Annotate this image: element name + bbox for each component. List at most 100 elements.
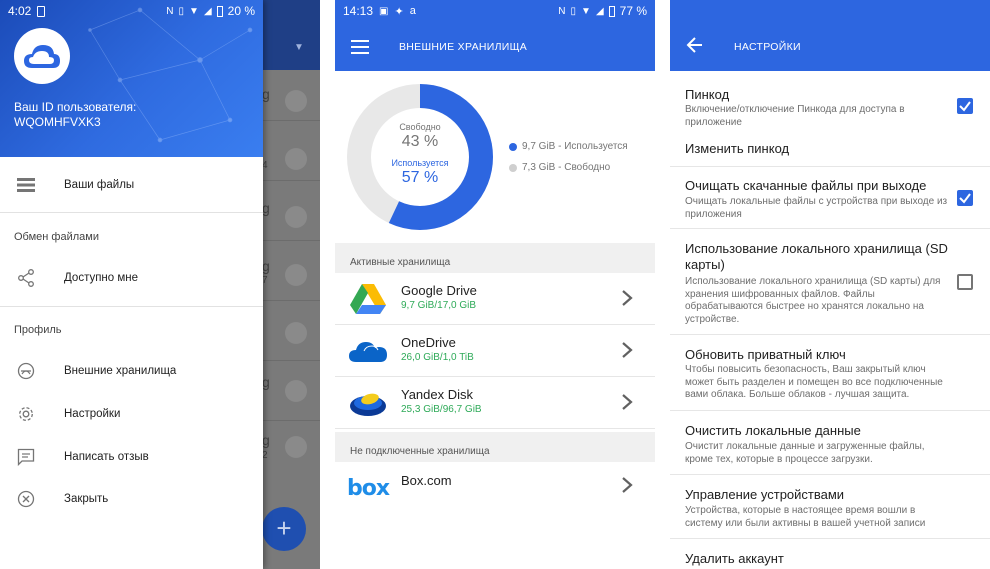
storage-size: 26,0 GiB/1,0 TiB xyxy=(401,352,474,363)
menu-item-label: Ваши файлы xyxy=(64,179,135,191)
app-bar: НАСТРОЙКИ xyxy=(670,0,990,71)
user-id-value: WQOMHFVXK3 xyxy=(14,115,101,129)
background-avatar xyxy=(285,90,307,112)
storage-row-yandex-disk[interactable]: Yandex Disk 25,3 GiB/96,7 GiB xyxy=(335,377,655,429)
external-storage-icon xyxy=(16,361,36,381)
drawer-screen: ▼ g 4 g g 7 g g 2 + 4:02 N ▯ ▼ ◢ 20 % Ва… xyxy=(0,0,320,569)
battery-icon xyxy=(608,5,615,17)
pref-title: Изменить пинкод xyxy=(685,141,790,156)
pref-description: Использование локального хранилища (SD к… xyxy=(685,276,941,325)
menu-item-label: Внешние хранилища xyxy=(64,365,177,377)
section-title-profile: Профиль xyxy=(14,324,62,336)
gear-icon xyxy=(16,404,36,424)
sparkle-icon: ✦ xyxy=(394,5,404,18)
signal-icon: ◢ xyxy=(595,5,604,17)
page-title: НАСТРОЙКИ xyxy=(734,41,801,53)
google-drive-logo xyxy=(347,283,389,315)
close-circle-icon xyxy=(16,489,36,509)
background-divider xyxy=(263,120,320,121)
dropdown-icon: ▼ xyxy=(294,42,304,53)
menu-icon[interactable] xyxy=(351,40,369,54)
background-text: g xyxy=(262,432,270,448)
chevron-right-icon xyxy=(622,394,633,410)
chevron-right-icon xyxy=(622,342,633,358)
legend-used-text: 9,7 GiB - Используется xyxy=(522,141,628,152)
pref-local-storage[interactable]: Использование локального хранилища (SD к… xyxy=(670,229,990,335)
menu-item-close[interactable]: Закрыть xyxy=(0,478,263,520)
legend-used: 9,7 GiB - Используется xyxy=(509,141,628,152)
menu-item-label: Закрыть xyxy=(64,493,109,505)
free-label: Свободно xyxy=(399,122,441,132)
nfc-icon: N xyxy=(558,5,566,17)
pref-title: Пинкод xyxy=(685,87,730,102)
battery-level: 20 % xyxy=(227,4,255,18)
pref-title: Обновить приватный ключ xyxy=(685,347,846,362)
pref-description: Включение/отключение Пинкода для доступа… xyxy=(685,104,905,128)
menu-item-settings[interactable]: Настройки xyxy=(0,393,263,435)
user-id-label: Ваш ID пользователя: xyxy=(14,100,137,114)
app-bar: 14:13 ▣ ✦ a N ▯ ▼ ◢ 77 % ВНЕШНИЕ ХРАНИЛИ… xyxy=(335,0,655,71)
page-title: ВНЕШНИЕ ХРАНИЛИЩА xyxy=(399,41,528,53)
chevron-right-icon xyxy=(622,290,633,306)
amazon-icon: a xyxy=(409,5,416,17)
share-icon xyxy=(16,268,36,288)
storage-donut: Свободно 43 % Используется 57 % xyxy=(347,84,493,230)
storage-row-onedrive[interactable]: OneDrive 26,0 GiB/1,0 TiB xyxy=(335,325,655,377)
pref-title: Очистить локальные данные xyxy=(685,423,861,438)
section-inactive: Не подключенные хранилища xyxy=(335,432,655,462)
pref-title: Удалить аккаунт xyxy=(685,551,784,566)
pref-clear-local-data[interactable]: Очистить локальные данные Очистит локаль… xyxy=(670,411,990,475)
navigation-drawer: 4:02 N ▯ ▼ ◢ 20 % Ваш ID пользователя: W… xyxy=(0,0,263,569)
status-time: 14:13 xyxy=(343,4,374,18)
status-time: 4:02 xyxy=(8,4,32,18)
storage-size: 25,3 GiB/96,7 GiB xyxy=(401,404,482,415)
pref-description: Устройства, которые в настоящее время во… xyxy=(685,505,926,529)
background-avatar xyxy=(285,264,307,286)
image-icon: ▣ xyxy=(379,5,389,17)
nfc-icon: N xyxy=(166,5,174,17)
menu-item-label: Написать отзыв xyxy=(64,451,149,463)
storage-row-box[interactable]: box Box.com xyxy=(335,462,655,514)
pref-description: Очистит локальные данные и загруженные ф… xyxy=(685,441,925,465)
menu-item-shared[interactable]: Доступно мне xyxy=(0,257,263,299)
drawer-header: 4:02 N ▯ ▼ ◢ 20 % Ваш ID пользователя: W… xyxy=(0,0,263,157)
external-storage-screen: 14:13 ▣ ✦ a N ▯ ▼ ◢ 77 % ВНЕШНИЕ ХРАНИЛИ… xyxy=(335,0,655,569)
free-percent: 43 % xyxy=(401,133,439,150)
pincode-checkbox[interactable] xyxy=(957,98,973,114)
chevron-right-icon xyxy=(622,477,633,493)
storage-name: Google Drive xyxy=(401,283,477,298)
menu-item-feedback[interactable]: Написать отзыв xyxy=(0,436,263,478)
pref-description: Чтобы повысить безопасность, Ваш закрыты… xyxy=(685,364,943,400)
vibrate-icon: ▯ xyxy=(178,5,185,17)
add-button[interactable]: + xyxy=(262,507,306,551)
storage-row-google-drive[interactable]: Google Drive 9,7 GiB/17,0 GiB xyxy=(335,273,655,325)
local-storage-checkbox[interactable] xyxy=(957,274,973,290)
vibrate-icon: ▯ xyxy=(570,5,577,17)
back-arrow-icon[interactable] xyxy=(686,36,704,54)
pref-change-pincode[interactable]: Изменить пинкод xyxy=(670,135,990,167)
background-avatar xyxy=(285,148,307,170)
divider xyxy=(0,306,263,307)
pref-update-private-key[interactable]: Обновить приватный ключ Чтобы повысить б… xyxy=(670,335,990,411)
pref-clear-downloads[interactable]: Очищать скачанные файлы при выходе Очища… xyxy=(670,167,990,229)
pref-title: Использование локального хранилища (SD к… xyxy=(685,241,948,272)
storage-name: Yandex Disk xyxy=(401,387,474,402)
pref-title: Очищать скачанные файлы при выходе xyxy=(685,178,927,193)
clear-downloads-checkbox[interactable] xyxy=(957,190,973,206)
storage-name: OneDrive xyxy=(401,335,456,350)
app-logo xyxy=(14,28,70,84)
pref-pincode[interactable]: Пинкод Включение/отключение Пинкода для … xyxy=(670,80,990,135)
menu-item-files[interactable]: Ваши файлы xyxy=(0,164,263,206)
signal-icon: ◢ xyxy=(203,5,212,17)
background-divider xyxy=(263,180,320,181)
background-avatar xyxy=(285,322,307,344)
pref-description: Очищать локальные файлы с устройства при… xyxy=(685,196,948,220)
menu-item-external-storage[interactable]: Внешние хранилища xyxy=(0,350,263,392)
storage-icon xyxy=(16,175,36,195)
cloud-icon xyxy=(24,45,60,68)
pref-manage-devices[interactable]: Управление устройствами Устройства, кото… xyxy=(670,475,990,539)
pref-delete-account[interactable]: Удалить аккаунт xyxy=(670,539,990,569)
background-text: g xyxy=(262,374,270,390)
background-text: g xyxy=(262,258,270,274)
sim-icon xyxy=(37,5,46,17)
